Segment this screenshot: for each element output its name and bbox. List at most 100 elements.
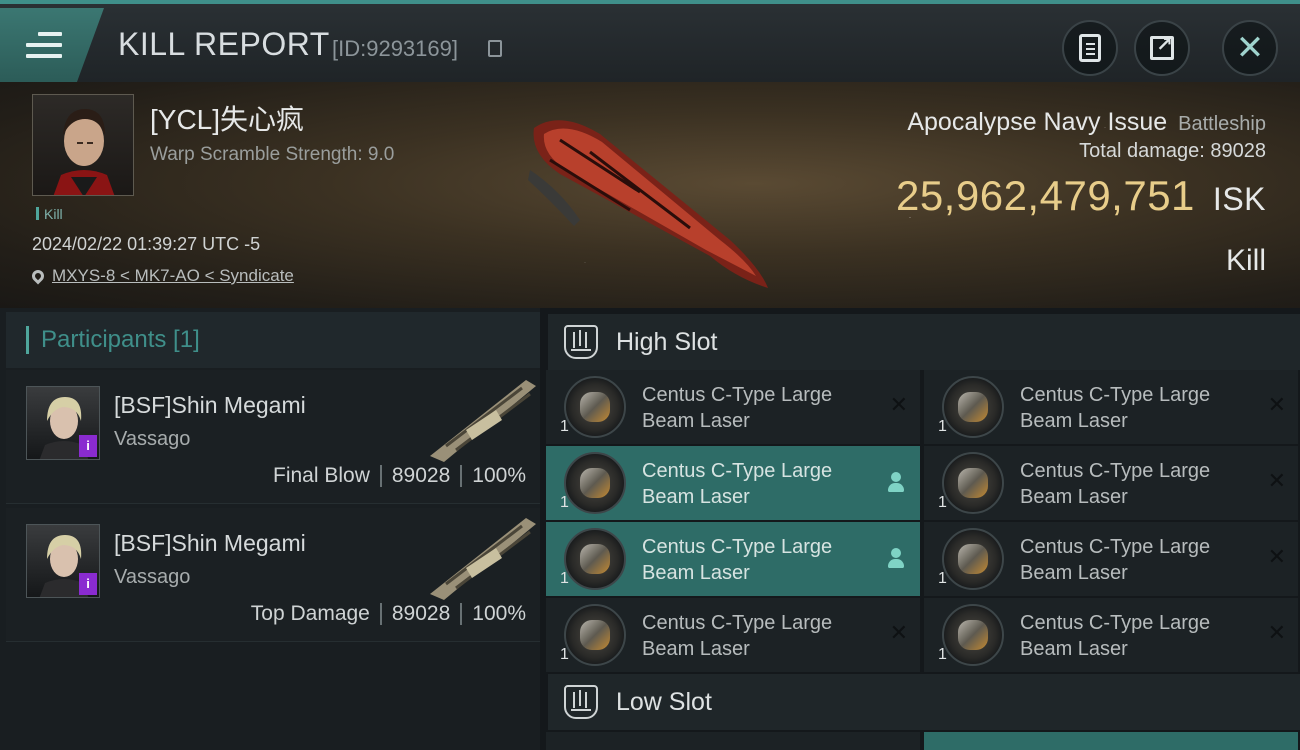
module-slot[interactable]: 1 Centus C-Type Large Beam Laser ✕	[924, 522, 1298, 596]
beam-laser-icon	[942, 376, 1004, 438]
location-link[interactable]: MXYS-8 < MK7-AO < Syndicate	[52, 266, 294, 286]
info-badge[interactable]: i	[79, 435, 97, 457]
module-name: Centus C-Type Large Beam Laser	[1020, 384, 1211, 432]
module-quantity: 1	[938, 494, 947, 511]
participant-percent: 100%	[472, 602, 526, 625]
victim-ship-image	[528, 120, 768, 289]
beam-laser-icon	[942, 452, 1004, 514]
module-slot[interactable]	[546, 732, 920, 750]
module-name: Centus C-Type Large Beam Laser	[642, 460, 833, 508]
menu-icon	[26, 32, 62, 58]
destroyed-icon: ✕	[1267, 392, 1286, 417]
destroyed-icon: ✕	[889, 392, 908, 417]
module-quantity: 1	[938, 646, 947, 663]
copy-icon[interactable]	[488, 40, 502, 57]
total-damage: Total damage: 89028	[1079, 140, 1266, 163]
destroyed-icon: ✕	[1267, 620, 1286, 645]
participant-role: Final Blow	[273, 464, 370, 487]
title-bar: KILL REPORT [ID:9293169] ✕	[0, 0, 1300, 82]
participants-panel: Participants [1] i [BSF]Shin Megami Vass…	[0, 308, 540, 750]
module-quantity: 1	[938, 570, 947, 587]
fitting-panel: High Slot 1 Centus C-Type Large Beam Lase…	[540, 308, 1300, 750]
module-quantity: 1	[560, 418, 569, 435]
location-pin-icon	[29, 267, 47, 285]
module-name: Centus C-Type Large Beam Laser	[1020, 460, 1211, 508]
victim-name[interactable]: [YCL]失心疯	[150, 98, 304, 138]
module-name: Centus C-Type Large Beam Laser	[1020, 536, 1211, 584]
participant-damage: 89028	[391, 602, 451, 625]
beam-laser-icon	[564, 452, 626, 514]
victim-ship[interactable]: Apocalypse Navy Issue Battleship	[907, 108, 1266, 137]
destroyed-icon: ✕	[1267, 544, 1286, 569]
module-slot[interactable]: 1 Centus C-Type Large Beam Laser	[546, 522, 920, 596]
low-slot-label: Low Slot	[616, 687, 712, 716]
beam-laser-icon	[564, 604, 626, 666]
page-title: KILL REPORT	[118, 26, 330, 62]
high-slot-header[interactable]: High Slot	[548, 314, 1300, 370]
info-badge[interactable]: i	[79, 573, 97, 595]
ship-class: Battleship	[1178, 113, 1266, 135]
divider	[379, 465, 382, 487]
divider	[460, 603, 463, 625]
victim-portrait[interactable]	[32, 94, 134, 196]
menu-button[interactable]	[0, 8, 104, 82]
close-button[interactable]: ✕	[1222, 20, 1278, 76]
module-name: Centus C-Type Large Beam Laser	[642, 612, 833, 660]
destroyed-icon: ✕	[1267, 468, 1286, 493]
participant-row[interactable]: i [BSF]Shin Megami Vassago Final Blow 89…	[6, 370, 540, 504]
share-icon	[1150, 32, 1174, 60]
module-name: Centus C-Type Large Beam Laser	[642, 384, 833, 432]
beam-laser-icon	[942, 528, 1004, 590]
isk-unit: ISK	[1212, 181, 1266, 217]
module-quantity: 1	[560, 570, 569, 587]
destroyed-icon: ✕	[889, 620, 908, 645]
participant-avatar[interactable]: i	[26, 386, 100, 460]
clipboard-icon	[1079, 34, 1101, 62]
close-icon: ✕	[1235, 29, 1265, 67]
participant-ship-image	[430, 518, 536, 600]
module-slot[interactable]: 1 Centus C-Type Large Beam Laser ✕	[924, 370, 1298, 444]
module-name: Centus C-Type Large Beam Laser	[1020, 612, 1211, 660]
module-quantity: 1	[938, 418, 947, 435]
participant-damage: 89028	[391, 464, 451, 487]
beam-laser-icon	[942, 604, 1004, 666]
isk-amount: 25,962,479,751	[895, 172, 1195, 219]
participant-avatar[interactable]: i	[26, 524, 100, 598]
participant-stats: Top Damage 89028 100%	[251, 602, 526, 626]
ship-name: Apocalypse Navy Issue	[907, 108, 1168, 136]
module-slot[interactable]	[924, 732, 1298, 750]
clipboard-button[interactable]	[1062, 20, 1118, 76]
module-slot[interactable]: 1 Centus C-Type Large Beam Laser ✕	[546, 370, 920, 444]
module-slot[interactable]: 1 Centus C-Type Large Beam Laser ✕	[546, 598, 920, 672]
participant-row[interactable]: i [BSF]Shin Megami Vassago Top Damage 89…	[6, 508, 540, 642]
kill-summary: [YCL]失心疯 Warp Scramble Strength: 9.0 Kil…	[0, 82, 1300, 308]
participant-percent: 100%	[472, 464, 526, 487]
participant-ship-image	[430, 380, 536, 462]
total-damage-label: Total damage:	[1079, 140, 1205, 162]
participants-header[interactable]: Participants [1]	[6, 312, 540, 368]
kill-location[interactable]: MXYS-8 < MK7-AO < Syndicate	[29, 266, 294, 286]
kill-datetime: 2024/02/22 01:39:27 UTC -5	[32, 234, 261, 254]
module-quantity: 1	[560, 646, 569, 663]
high-slot-label: High Slot	[616, 327, 718, 356]
report-id: [ID:9293169]	[332, 36, 458, 61]
module-quantity: 1	[560, 494, 569, 511]
beam-laser-icon	[564, 376, 626, 438]
low-slot-icon	[564, 685, 598, 719]
participant-name[interactable]: [BSF]Shin Megami	[114, 392, 306, 419]
participant-role: Top Damage	[250, 602, 370, 625]
dropped-person-icon	[888, 548, 904, 568]
participant-ship: Vassago	[114, 428, 191, 450]
dropped-person-icon	[888, 472, 904, 492]
warp-scramble-strength: Warp Scramble Strength: 9.0	[150, 144, 395, 165]
module-name: Centus C-Type Large Beam Laser	[642, 536, 833, 584]
module-slot[interactable]: 1 Centus C-Type Large Beam Laser ✕	[924, 446, 1298, 520]
divider	[379, 603, 382, 625]
share-button[interactable]	[1134, 20, 1190, 76]
low-slot-header[interactable]: Low Slot	[548, 674, 1300, 730]
participant-stats: Final Blow 89028 100%	[273, 464, 526, 488]
participant-name[interactable]: [BSF]Shin Megami	[114, 530, 306, 557]
module-slot[interactable]: 1 Centus C-Type Large Beam Laser	[546, 446, 920, 520]
module-slot[interactable]: 1 Centus C-Type Large Beam Laser ✕	[924, 598, 1298, 672]
outcome-label: Kill	[1225, 244, 1266, 277]
